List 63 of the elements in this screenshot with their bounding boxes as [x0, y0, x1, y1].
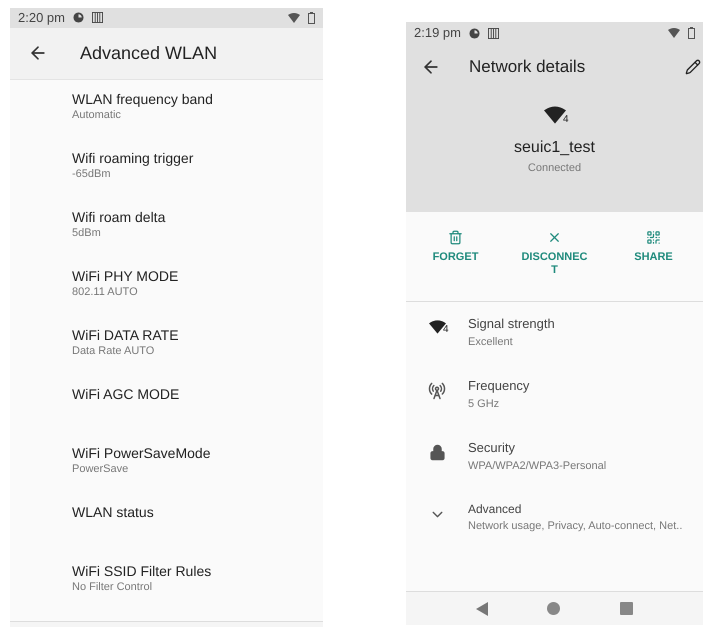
sim-card-icon [92, 12, 103, 24]
data-saver-icon [72, 12, 84, 24]
trash-icon [448, 230, 463, 245]
connection-status: Connected [528, 160, 582, 176]
detail-row[interactable]: Security WPA/WPA2/WPA3-Personal [406, 438, 703, 500]
setting-title: WiFi SSID Filter Rules [72, 562, 212, 580]
setting-title: Wifi roam delta [72, 208, 166, 226]
detail-title: Advanced [468, 501, 522, 518]
data-saver-icon [468, 28, 480, 38]
setting-title: WiFi PHY MODE [72, 266, 180, 284]
setting-summary: Data Rate AUTO [72, 344, 156, 358]
clock-time: 2:20 pm [18, 9, 65, 27]
setting-summary: No Filter Control [72, 580, 154, 594]
settings-item[interactable]: Wifi roam delta 5dBm [10, 208, 323, 266]
battery-icon [688, 27, 695, 39]
detail-value: 5 GHz [468, 396, 500, 412]
detail-value: Network usage, Privacy, Auto-connect, Net.. [468, 519, 682, 534]
close-icon [547, 230, 562, 245]
action-button[interactable]: DISCONNEC T [505, 230, 604, 301]
setting-title: WLAN frequency band [72, 90, 214, 108]
settings-item[interactable]: WiFi AGC MODE [10, 384, 323, 444]
app-bar-title: Network details [469, 56, 586, 78]
settings-item[interactable]: WiFi PHY MODE 802.11 AUTO [10, 266, 323, 326]
detail-value: WPA/WPA2/WPA3-Personal [468, 458, 606, 474]
detail-title: Frequency [468, 377, 530, 395]
setting-summary: Automatic [72, 108, 122, 122]
settings-item[interactable]: Wifi roaming trigger -65dBm [10, 148, 323, 208]
wifi-signal-icon [668, 28, 680, 38]
settings-item[interactable]: WiFi SSID Filter Rules No Filter Control [10, 562, 323, 620]
action-button[interactable]: FORGET [406, 230, 505, 301]
settings-item[interactable]: WLAN status [10, 502, 323, 562]
setting-title: WiFi DATA RATE [72, 326, 180, 344]
detail-title: Signal strength [468, 315, 555, 333]
setting-title: WiFi AGC MODE [72, 384, 180, 402]
detail-row[interactable]: 4 Signal strength Excellent [406, 314, 703, 376]
sim-card-icon [488, 28, 499, 38]
setting-summary: -65dBm [72, 166, 112, 182]
setting-title: Wifi roaming trigger [72, 148, 194, 166]
home-nav-icon[interactable] [547, 602, 560, 615]
setting-summary: 802.11 AUTO [72, 284, 139, 300]
setting-title: WiFi PowerSaveMode [72, 444, 212, 462]
settings-item[interactable]: WiFi DATA RATE Data Rate AUTO [10, 326, 323, 384]
recents-nav-icon[interactable] [620, 602, 634, 615]
battery-icon [308, 12, 315, 24]
wifi-signal-icon [288, 12, 300, 23]
edit-icon[interactable] [685, 59, 701, 75]
settings-item[interactable]: WiFi PowerSaveMode PowerSave [10, 444, 323, 502]
setting-title: WLAN status [72, 502, 155, 520]
lock-icon [428, 444, 446, 461]
qr-code-icon [646, 230, 661, 245]
app-bar-title: Advanced WLAN [80, 42, 218, 64]
network-name: seuic1_test [514, 138, 595, 158]
detail-title: Security [468, 439, 516, 457]
clock-time: 2:19 pm [414, 24, 461, 42]
detail-value: Excellent [468, 334, 514, 350]
setting-summary: 5dBm [72, 226, 102, 240]
action-button[interactable]: SHARE [604, 230, 703, 301]
detail-row[interactable]: Frequency 5 GHz [406, 376, 703, 438]
settings-item[interactable]: WLAN frequency band Automatic [10, 90, 323, 148]
back-nav-icon[interactable] [476, 602, 488, 616]
setting-summary: PowerSave [72, 462, 130, 476]
radio-tower-icon [428, 382, 446, 400]
detail-row[interactable]: Advanced Network usage, Privacy, Auto-connect, Net.. [406, 500, 703, 562]
